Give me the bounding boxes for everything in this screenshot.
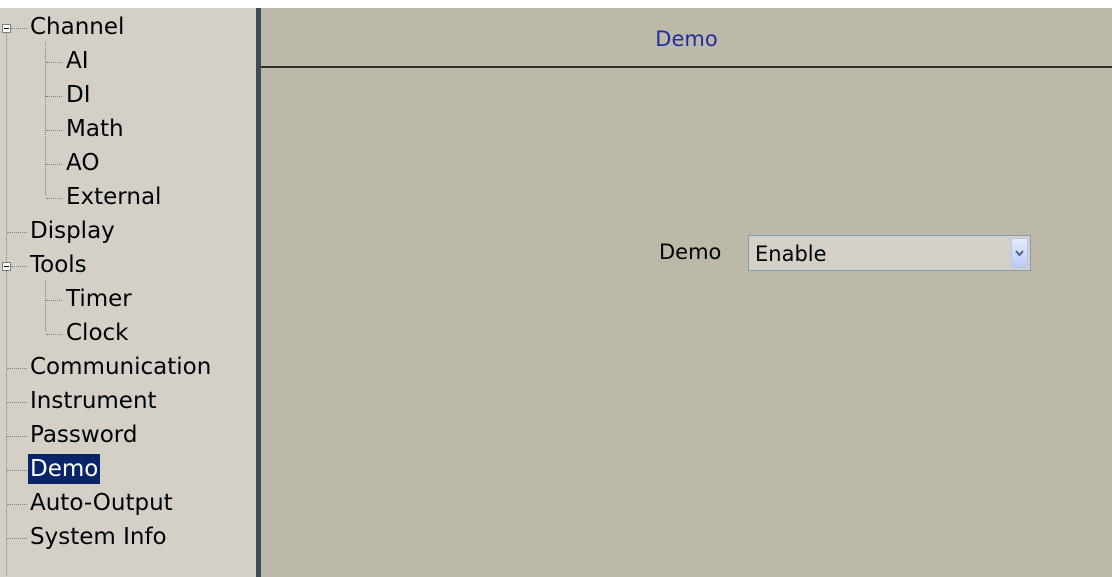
sidebar-item-label: AI [66, 48, 89, 74]
main-panel: Demo Demo Enable [261, 8, 1112, 577]
tree-collapse-icon[interactable] [2, 262, 11, 271]
demo-select[interactable]: Enable [748, 235, 1031, 271]
sidebar-item-label: Math [66, 116, 124, 142]
sidebar-item-label: System Info [30, 524, 167, 550]
settings-window: Channel AI DI Math AO External Display T… [0, 0, 1112, 577]
sidebar-item-demo[interactable]: Demo [0, 453, 256, 487]
sidebar-item-communication[interactable]: Communication [0, 351, 256, 385]
sidebar-item-di[interactable]: DI [0, 79, 256, 113]
sidebar-tree: Channel AI DI Math AO External Display T… [0, 8, 256, 577]
sidebar-item-label: Communication [30, 354, 212, 380]
sidebar-item-label: Clock [66, 320, 129, 346]
dropdown-button[interactable] [1011, 238, 1028, 268]
demo-select-value: Enable [755, 242, 827, 266]
tree-branch-line [46, 300, 62, 301]
sidebar-item-math[interactable]: Math [0, 113, 256, 147]
tree-branch-line [7, 504, 27, 505]
panel-header: Demo [261, 8, 1112, 68]
sidebar-item-system-info[interactable]: System Info [0, 521, 256, 555]
sidebar-item-auto-output[interactable]: Auto-Output [0, 487, 256, 521]
sidebar-item-clock[interactable]: Clock [0, 317, 256, 351]
sidebar-item-external[interactable]: External [0, 181, 256, 215]
sidebar-item-tools[interactable]: Tools [0, 249, 256, 283]
sidebar-item-label: Timer [66, 286, 132, 312]
sidebar-item-label: Tools [30, 252, 87, 278]
sidebar-item-display[interactable]: Display [0, 215, 256, 249]
tree-branch-line [11, 28, 27, 29]
tree-branch-line [46, 164, 62, 165]
tree-branch-line [7, 436, 27, 437]
demo-field-label: Demo [659, 240, 722, 264]
tree-branch-line [46, 62, 62, 63]
sidebar-item-instrument[interactable]: Instrument [0, 385, 256, 419]
sidebar-item-label: External [66, 184, 162, 210]
tree-branch-line [7, 538, 27, 539]
sidebar-item-label: Channel [30, 14, 125, 40]
tree-branch-line [7, 470, 27, 471]
sidebar-item-ao[interactable]: AO [0, 147, 256, 181]
tree-branch-line [7, 402, 27, 403]
sidebar-item-label: AO [66, 150, 100, 176]
sidebar-item-ai[interactable]: AI [0, 45, 256, 79]
sidebar-item-label: Instrument [30, 388, 157, 414]
tree-branch-line [46, 198, 62, 199]
sidebar-item-label: Password [30, 422, 138, 448]
sidebar-item-password[interactable]: Password [0, 419, 256, 453]
chevron-down-icon [1015, 250, 1024, 257]
tree-branch-line [46, 96, 62, 97]
tree-branch-line [46, 130, 62, 131]
tree-branch-line [7, 232, 27, 233]
page-title: Demo [655, 27, 718, 51]
sidebar-item-label: Auto-Output [30, 490, 173, 516]
tree-branch-line [11, 266, 27, 267]
sidebar-item-timer[interactable]: Timer [0, 283, 256, 317]
sidebar-item-label: DI [66, 82, 91, 108]
tree-branch-line [7, 368, 27, 369]
tree-collapse-icon[interactable] [2, 24, 11, 33]
sidebar-item-label: Display [30, 218, 115, 244]
sidebar-item-label: Demo [28, 454, 101, 484]
sidebar-item-channel[interactable]: Channel [0, 11, 256, 45]
tree-branch-line [46, 334, 62, 335]
